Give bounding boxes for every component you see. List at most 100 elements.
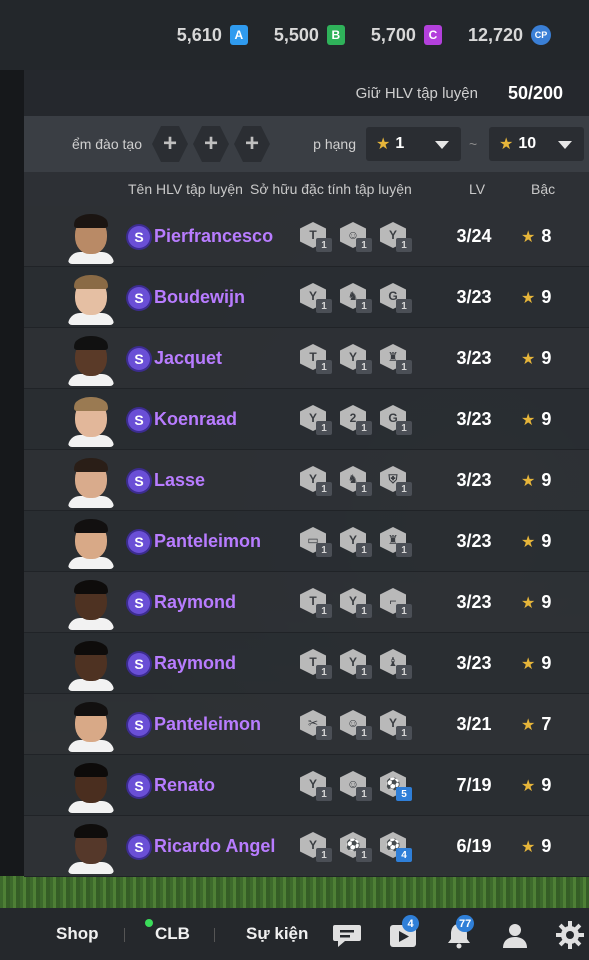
bell-icon[interactable]: 77: [444, 915, 475, 950]
trait-icon[interactable]: Y1: [300, 405, 332, 435]
clb-button[interactable]: CLB: [155, 924, 190, 944]
gear-icon[interactable]: [555, 920, 585, 950]
trait-list: T 1 ☺ 1 Y 1: [300, 222, 412, 252]
trait-icon[interactable]: ☺ 1: [340, 710, 372, 740]
coach-row[interactable]: S Panteleimon ▭ 1 Y 1 ♜ 1 3/23 ★ 9: [24, 511, 589, 572]
grade-badge: S: [128, 409, 150, 431]
trait-level: 1: [396, 360, 412, 374]
chat-icon[interactable]: [332, 920, 362, 950]
coach-row[interactable]: S Pierfrancesco T 1 ☺ 1 Y 1 3/24 ★ 8: [24, 206, 589, 267]
trait-icon[interactable]: ♜ 1: [380, 527, 412, 557]
trait-icon[interactable]: Y1: [340, 649, 372, 679]
currency-item: 12,720 CP: [468, 25, 551, 46]
trait-level: 1: [396, 726, 412, 740]
trait-icon[interactable]: ✂ 1: [300, 710, 332, 740]
trait-icon[interactable]: T1: [300, 222, 332, 252]
coach-row[interactable]: S Raymond T 1 Y 1 ♝ 1 3/23 ★ 9: [24, 633, 589, 694]
trait-icon[interactable]: ♜ 1: [380, 344, 412, 374]
add-training-slot-2[interactable]: +: [193, 126, 229, 162]
trait-level: 1: [316, 604, 332, 618]
shop-button[interactable]: Shop: [56, 924, 99, 944]
trait-icon[interactable]: ♝ 1: [380, 649, 412, 679]
coach-name: Panteleimon: [154, 531, 262, 551]
column-traits[interactable]: Sở hữu đặc tính tập luyện: [250, 181, 412, 197]
grass-strip: [0, 876, 589, 908]
profile-icon[interactable]: [500, 920, 530, 950]
column-lv[interactable]: LV: [469, 181, 485, 197]
bottom-nav: Shop CLB Sự kiện 4 77: [0, 908, 589, 960]
trait-icon[interactable]: G1: [380, 405, 412, 435]
notification-dot: [145, 919, 153, 927]
trait-icon[interactable]: ♞ 1: [340, 466, 372, 496]
trait-icon[interactable]: Y1: [340, 344, 372, 374]
avatar: [68, 214, 114, 264]
trait-icon[interactable]: ⌐ 1: [380, 588, 412, 618]
trait-icon[interactable]: 21: [340, 405, 372, 435]
rank-to-select[interactable]: ★ 10: [489, 127, 584, 161]
avatar: [68, 824, 114, 874]
star-icon: ★: [521, 717, 536, 734]
coach-row[interactable]: S Ricardo Angel Y 1 ⚽ 1 ⚽ 4 6/19 ★ 9: [24, 816, 589, 877]
star-icon: ★: [521, 290, 536, 307]
coach-rank: ★ 9: [521, 531, 551, 552]
events-button[interactable]: Sự kiện: [246, 924, 308, 944]
video-icon[interactable]: 4: [388, 915, 419, 950]
rank-value: 9: [541, 592, 552, 612]
coach-rank: ★ 8: [521, 226, 551, 247]
trait-icon[interactable]: ☺ 1: [340, 222, 372, 252]
currency-item: 5,500 B: [274, 25, 345, 46]
trait-icon[interactable]: Y1: [340, 588, 372, 618]
currency-value: 5,700: [370, 24, 416, 45]
coach-row[interactable]: S Lasse Y 1 ♞ 1 ⛨ 1 3/23 ★ 9: [24, 450, 589, 511]
trait-icon[interactable]: ☺ 1: [340, 771, 372, 801]
trait-icon[interactable]: ⚽ 1: [340, 832, 372, 862]
hold-row: Giữ HLV tập luyện 50/200: [24, 70, 589, 116]
coach-row[interactable]: S Koenraad Y 1 2 1 G 1 3/23 ★ 9: [24, 389, 589, 450]
trait-level: 1: [316, 787, 332, 801]
grade-badge: S: [128, 653, 150, 675]
column-name[interactable]: Tên HLV tập luyện: [128, 181, 243, 197]
trait-icon[interactable]: Y1: [380, 710, 412, 740]
trait-icon[interactable]: T1: [300, 344, 332, 374]
trait-icon[interactable]: Y1: [300, 466, 332, 496]
avatar: [68, 702, 114, 752]
coach-list: S Pierfrancesco T 1 ☺ 1 Y 1 3/24 ★ 8 S Boudewijn Y 1 ♞ 1…: [24, 206, 589, 877]
trait-level: 1: [356, 360, 372, 374]
trait-icon[interactable]: Y1: [300, 771, 332, 801]
grade-badge: S: [128, 348, 150, 370]
coach-row[interactable]: S Boudewijn Y 1 ♞ 1 G 1 3/23 ★ 9: [24, 267, 589, 328]
add-training-slot-3[interactable]: +: [234, 126, 270, 162]
left-strip: [0, 70, 24, 876]
coach-rank: ★ 9: [521, 592, 551, 613]
add-training-slot-1[interactable]: +: [152, 126, 188, 162]
coach-row[interactable]: S Panteleimon ✂ 1 ☺ 1 Y 1 3/21 ★ 7: [24, 694, 589, 755]
trait-level: 1: [396, 482, 412, 496]
trait-icon[interactable]: Y1: [300, 832, 332, 862]
trait-list: T 1 Y 1 ♜ 1: [300, 344, 412, 374]
trait-icon[interactable]: ▭ 1: [300, 527, 332, 557]
grade-badge: S: [128, 470, 150, 492]
trait-level: 1: [316, 848, 332, 862]
trait-icon[interactable]: Y1: [340, 527, 372, 557]
currency-icon: C: [423, 25, 442, 45]
trait-list: T 1 Y 1 ⌐ 1: [300, 588, 412, 618]
trait-icon[interactable]: T1: [300, 649, 332, 679]
trait-icon[interactable]: ⛨ 1: [380, 466, 412, 496]
trait-icon[interactable]: G1: [380, 283, 412, 313]
coach-row[interactable]: S Jacquet T 1 Y 1 ♜ 1 3/23 ★ 9: [24, 328, 589, 389]
trait-icon[interactable]: Y1: [380, 222, 412, 252]
trait-icon[interactable]: ⚽ 5: [380, 771, 412, 801]
column-rank[interactable]: Bậc: [531, 181, 555, 197]
trait-icon[interactable]: ♞ 1: [340, 283, 372, 313]
trait-level: 1: [316, 360, 332, 374]
rank-from-select[interactable]: ★ 1: [366, 127, 461, 161]
trait-level: 1: [356, 726, 372, 740]
trait-icon[interactable]: T1: [300, 588, 332, 618]
avatar: [68, 458, 114, 508]
currency-value: 5,500: [273, 24, 319, 45]
trait-level: 1: [316, 726, 332, 740]
trait-icon[interactable]: ⚽ 4: [380, 832, 412, 862]
coach-row[interactable]: S Renato Y 1 ☺ 1 ⚽ 5 7/19 ★ 9: [24, 755, 589, 816]
trait-icon[interactable]: Y1: [300, 283, 332, 313]
coach-row[interactable]: S Raymond T 1 Y 1 ⌐ 1 3/23 ★ 9: [24, 572, 589, 633]
